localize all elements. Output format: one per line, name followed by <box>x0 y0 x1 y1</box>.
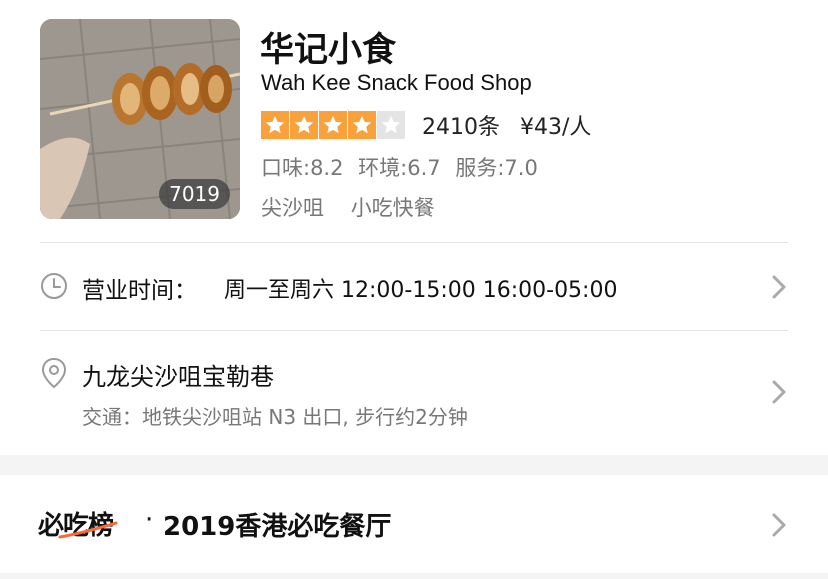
rating-row: 2410条 ¥43/人 <box>261 110 591 140</box>
shop-tags: 尖沙咀 小吃快餐 <box>261 192 455 222</box>
clock-icon <box>41 273 67 299</box>
location-pin-icon <box>41 357 67 389</box>
hours-label: 营业时间： <box>82 278 197 304</box>
score-environment: 环境:6.7 <box>358 156 441 180</box>
must-eat-logo: 必吃榜 <box>38 505 118 542</box>
star-empty-icon <box>377 111 405 139</box>
shop-photo[interactable]: 7019 <box>40 19 240 219</box>
star-filled-icon <box>290 111 318 139</box>
address-text: 九龙尖沙咀宝勒巷 <box>82 363 274 391</box>
chevron-right-icon[interactable] <box>770 274 788 300</box>
separator-dot: · <box>145 505 154 535</box>
transit-info: 交通：地铁尖沙咀站 N3 出口, 步行约2分钟 <box>82 405 468 429</box>
photo-count-badge: 7019 <box>159 179 230 209</box>
business-hours-row[interactable]: 营业时间： 周一至周六 12:00-15:00 16:00-05:00 <box>0 243 828 330</box>
hours-value: 周一至周六 12:00-15:00 16:00-05:00 <box>224 278 618 303</box>
ranking-title: 2019香港必吃餐厅 <box>163 512 392 542</box>
tag-category[interactable]: 小吃快餐 <box>351 196 435 220</box>
shop-name: 华记小食 <box>260 30 396 70</box>
must-eat-ranking-row[interactable]: 必吃榜 · 2019香港必吃餐厅 <box>0 475 828 573</box>
address-row[interactable]: 九龙尖沙咀宝勒巷 交通：地铁尖沙咀站 N3 出口, 步行约2分钟 <box>0 331 828 454</box>
price-per-person: ¥43/人 <box>520 115 592 140</box>
logo-swoosh-icon <box>58 521 118 539</box>
tag-area[interactable]: 尖沙咀 <box>261 196 324 220</box>
star-rating <box>261 111 406 139</box>
star-filled-icon <box>261 111 289 139</box>
sub-scores: 口味:8.2 环境:6.7 服务:7.0 <box>261 152 546 182</box>
review-count[interactable]: 2410条 <box>422 109 500 141</box>
score-service: 服务:7.0 <box>455 156 538 180</box>
shop-name-english: Wah Kee Snack Food Shop <box>261 70 532 95</box>
shop-header: 7019 华记小食 Wah Kee Snack Food Shop 2410条 … <box>0 0 828 242</box>
score-taste: 口味:8.2 <box>261 156 344 180</box>
chevron-right-icon[interactable] <box>770 512 788 538</box>
section-gap <box>0 455 828 475</box>
chevron-right-icon[interactable] <box>770 379 788 405</box>
section-gap <box>0 573 828 579</box>
star-filled-icon <box>319 111 347 139</box>
star-filled-icon <box>348 111 376 139</box>
